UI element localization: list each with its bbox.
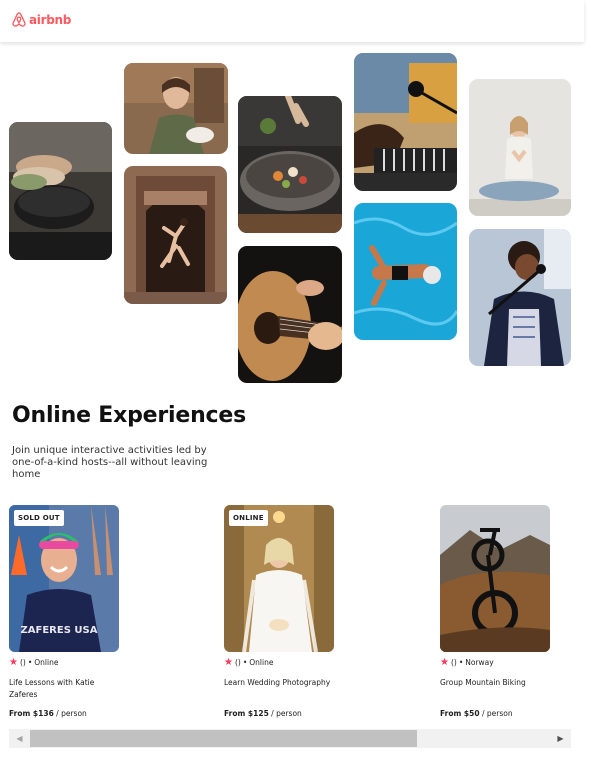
gallery-photo-yoga [469, 79, 571, 216]
separator-dot: • [27, 658, 33, 667]
online-badge: ONLINE [229, 510, 268, 526]
price-amount: From $136 [9, 709, 54, 718]
card-location: Online [249, 658, 274, 667]
price-unit: / person [479, 709, 513, 718]
sold-out-badge: SOLD OUT [14, 510, 64, 526]
separator-dot: • [458, 658, 464, 667]
card-price: From $125 / person [224, 709, 302, 718]
price-amount: From $50 [440, 709, 480, 718]
section-subtitle: Join unique interactive activities led b… [12, 445, 208, 480]
experience-card[interactable]: ONLINE ★ () • Online Learn Wedding Photo… [224, 505, 334, 718]
card-meta: ★ () • Online [9, 657, 119, 668]
logo[interactable]: airbnb [12, 12, 71, 27]
gallery-photo-dancer [124, 166, 227, 304]
star-icon: ★ [440, 657, 449, 668]
card-image[interactable] [440, 505, 550, 652]
star-icon: ★ [9, 657, 18, 668]
card-rating: () [19, 658, 26, 667]
scroll-right-arrow-icon[interactable]: ▶ [552, 729, 569, 748]
card-image[interactable]: ONLINE [224, 505, 334, 652]
card-price: From $136 / person [9, 709, 87, 718]
gallery-photo-food-bowl [238, 96, 342, 233]
card-title[interactable]: Life Lessons with Katie Zaferes [9, 677, 117, 701]
price-amount: From $125 [224, 709, 269, 718]
price-unit: / person [53, 709, 87, 718]
logo-text: airbnb [29, 12, 72, 27]
price-unit: / person [268, 709, 302, 718]
separator-dot: • [242, 658, 248, 667]
card-image[interactable]: ZAFERES USA SOLD OUT [9, 505, 119, 652]
scroll-left-arrow-icon[interactable]: ◀ [11, 729, 28, 748]
airbnb-logo-icon [12, 12, 26, 27]
gallery-photo-cooking [9, 122, 112, 260]
card-price: From $50 / person [440, 709, 513, 718]
card-title[interactable]: Group Mountain Biking [440, 677, 548, 689]
card-meta: ★ () • Online [224, 657, 334, 668]
card-image-suit-text: ZAFERES USA [21, 625, 98, 636]
card-rating: () [234, 658, 241, 667]
star-icon: ★ [224, 657, 233, 668]
card-rating: () [450, 658, 457, 667]
gallery-photo-musician [354, 53, 457, 191]
horizontal-scrollbar[interactable]: ◀ ▶ [9, 729, 571, 748]
card-title[interactable]: Learn Wedding Photography [224, 677, 332, 689]
scroll-thumb[interactable] [30, 730, 417, 747]
experience-card[interactable]: ZAFERES USA SOLD OUT ★ () • Online Life … [9, 505, 119, 718]
experience-card[interactable]: ★ () • Norway Group Mountain Biking From… [440, 505, 550, 718]
section-title: Online Experiences [12, 403, 247, 428]
gallery-photo-guitar [238, 246, 342, 383]
navbar: airbnb [0, 0, 584, 42]
card-location: Norway [465, 658, 494, 667]
card-location: Online [34, 658, 59, 667]
gallery-photo-swimmer [354, 203, 457, 340]
gallery-photo-chef [124, 63, 228, 154]
gallery-photo-singer [469, 229, 571, 366]
card-meta: ★ () • Norway [440, 657, 550, 668]
